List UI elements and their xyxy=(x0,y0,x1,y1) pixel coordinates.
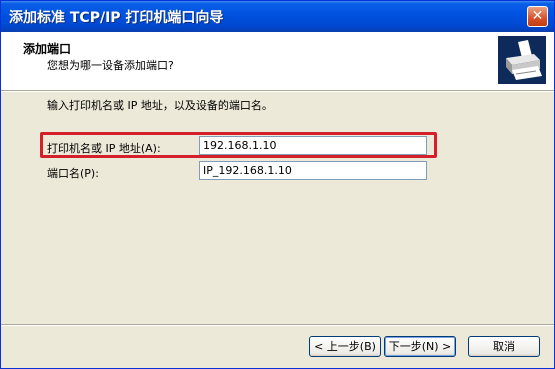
header-separator xyxy=(1,90,554,92)
header-title: 添加端口 xyxy=(23,42,72,56)
port-name-label: 端口名(P): xyxy=(47,167,99,180)
cancel-button[interactable]: 取消 xyxy=(468,336,540,357)
back-button[interactable]: < 上一步(B) xyxy=(309,336,381,357)
title-bar[interactable]: 添加标准 TCP/IP 打印机端口向导 ✕ xyxy=(1,1,554,32)
header-subtitle: 您想为哪一设备添加端口? xyxy=(47,59,174,72)
highlight-box xyxy=(40,132,437,158)
instruction-text: 输入打印机名或 IP 地址，以及设备的端口名。 xyxy=(47,99,273,112)
port-name-input[interactable]: IP_192.168.1.10 xyxy=(199,161,427,180)
close-icon: ✕ xyxy=(531,8,544,24)
wizard-window: 添加标准 TCP/IP 打印机端口向导 ✕ 添加端口 您想为哪一设备添加端口? … xyxy=(0,0,555,369)
next-button[interactable]: 下一步(N) > xyxy=(384,336,456,357)
close-button[interactable]: ✕ xyxy=(527,6,548,27)
wizard-header: 添加端口 您想为哪一设备添加端口? xyxy=(1,32,554,90)
window-title: 添加标准 TCP/IP 打印机端口向导 xyxy=(9,10,224,26)
printer-icon xyxy=(498,36,546,84)
footer-separator xyxy=(1,324,554,326)
